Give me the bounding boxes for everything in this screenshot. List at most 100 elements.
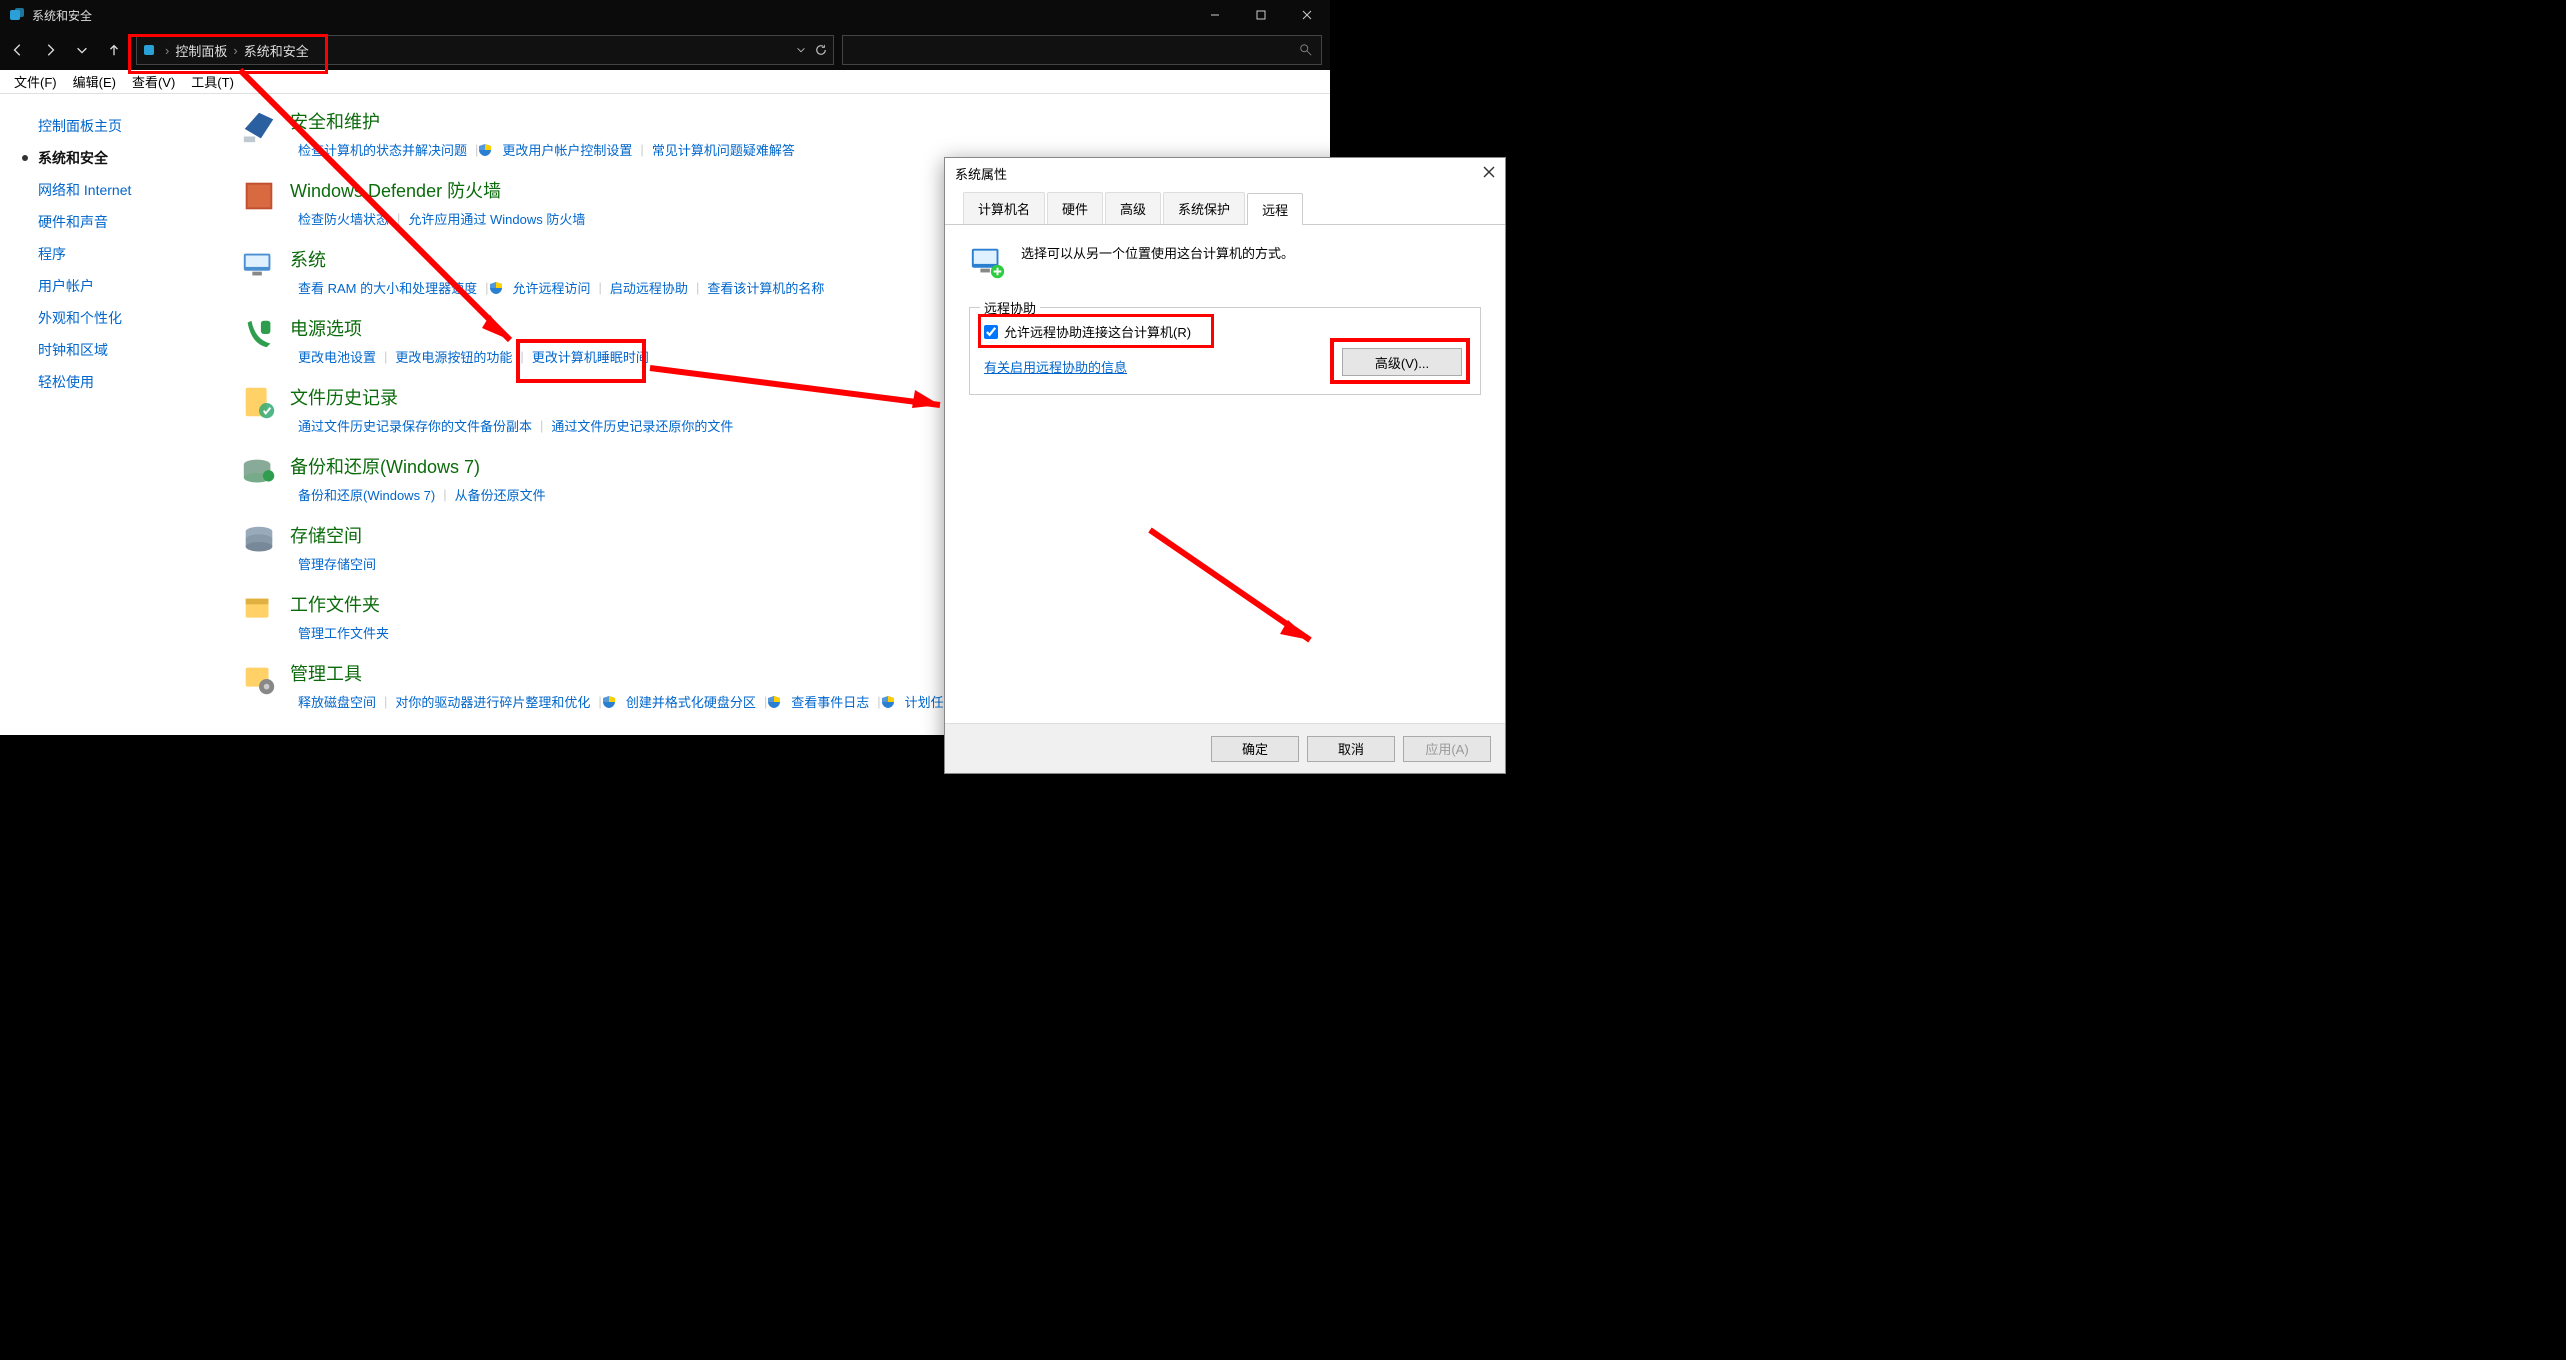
category-link[interactable]: 释放磁盘空间	[290, 690, 384, 713]
sidebar-item-label: 外观和个性化	[38, 308, 122, 328]
sidebar-item-label: 网络和 Internet	[38, 180, 131, 200]
sidebar-item[interactable]: 轻松使用	[10, 366, 220, 398]
category-heading[interactable]: 安全和维护	[290, 108, 1306, 134]
recent-button[interactable]	[68, 36, 96, 64]
uac-shield-icon	[489, 281, 503, 295]
app-icon	[8, 6, 26, 24]
remote-assist-group: 远程协助 允许远程协助连接这台计算机(R) 有关启用远程协助的信息 高级(V).…	[969, 307, 1481, 395]
category-link[interactable]: 从备份还原文件	[447, 483, 554, 506]
category: 安全和维护检查计算机的状态并解决问题|更改用户帐户控制设置|常见计算机问题疑难解…	[240, 108, 1306, 161]
category-link[interactable]: 更改计算机睡眠时间	[524, 345, 657, 368]
dialog-body: 选择可以从另一个位置使用这台计算机的方式。 远程协助 允许远程协助连接这台计算机…	[945, 225, 1505, 748]
cancel-button[interactable]: 取消	[1307, 736, 1395, 762]
category-icon	[240, 384, 278, 422]
sidebar: 控制面板主页系统和安全网络和 Internet 硬件和声音程序用户帐户外观和个性化…	[0, 94, 230, 735]
sidebar-item[interactable]: 网络和 Internet	[10, 174, 220, 206]
back-button[interactable]	[4, 36, 32, 64]
minimize-button[interactable]	[1192, 0, 1238, 30]
dropdown-icon[interactable]	[795, 44, 807, 56]
dialog-close-button[interactable]	[1483, 166, 1495, 181]
sidebar-item-label: 控制面板主页	[38, 116, 122, 136]
category-icon	[240, 246, 278, 284]
category-link[interactable]: 常见计算机问题疑难解答	[644, 138, 803, 161]
sidebar-item-label: 轻松使用	[38, 372, 94, 392]
allow-remote-assist-label: 允许远程协助连接这台计算机(R)	[1004, 322, 1191, 341]
sidebar-item[interactable]: 外观和个性化	[10, 302, 220, 334]
crumb-sub[interactable]: 系统和安全	[238, 41, 315, 60]
category-link[interactable]: 查看该计算机的名称	[699, 276, 832, 299]
up-button[interactable]	[100, 36, 128, 64]
category-icon	[240, 660, 278, 698]
category-link[interactable]: 通过文件历史记录还原你的文件	[543, 414, 741, 437]
category-link[interactable]: 检查计算机的状态并解决问题	[290, 138, 475, 161]
uac-shield-icon	[478, 143, 492, 157]
menu-edit[interactable]: 编辑(E)	[65, 72, 124, 91]
menu-bar: 文件(F) 编辑(E) 查看(V) 工具(T)	[0, 70, 1330, 94]
menu-view[interactable]: 查看(V)	[124, 72, 183, 91]
close-button[interactable]	[1284, 0, 1330, 30]
sidebar-item[interactable]: 系统和安全	[10, 142, 220, 174]
category-link[interactable]: 查看 RAM 的大小和处理器速度	[290, 276, 485, 299]
cp-icon	[143, 42, 159, 58]
apply-button[interactable]: 应用(A)	[1403, 736, 1491, 762]
category-link[interactable]: 管理工作文件夹	[290, 621, 397, 644]
category-link[interactable]: 允许远程访问	[505, 276, 599, 299]
crumb-root[interactable]: 控制面板	[169, 41, 233, 60]
titlebar: 系统和安全	[0, 0, 1330, 30]
advanced-button[interactable]: 高级(V)...	[1342, 348, 1462, 376]
intro-text: 选择可以从另一个位置使用这台计算机的方式。	[1021, 243, 1294, 262]
category-icon	[240, 522, 278, 560]
ok-button[interactable]: 确定	[1211, 736, 1299, 762]
category-link[interactable]: 更改电池设置	[290, 345, 384, 368]
remote-icon	[969, 243, 1007, 281]
maximize-button[interactable]	[1238, 0, 1284, 30]
group-label: 远程协助	[980, 298, 1040, 317]
category-link[interactable]: 允许应用通过 Windows 防火墙	[400, 207, 593, 230]
dialog-titlebar: 系统属性	[945, 158, 1505, 188]
category-link[interactable]: 查看事件日志	[783, 690, 877, 713]
category-icon	[240, 591, 278, 629]
uac-shield-icon	[881, 695, 895, 709]
category-link[interactable]: 通过文件历史记录保存你的文件备份副本	[290, 414, 540, 437]
tab-remote[interactable]: 远程	[1247, 193, 1303, 225]
sidebar-item[interactable]: 程序	[10, 238, 220, 270]
refresh-icon[interactable]	[815, 44, 827, 56]
category-link[interactable]: 创建并格式化硬盘分区	[618, 690, 764, 713]
sidebar-item[interactable]: 用户帐户	[10, 270, 220, 302]
tab-computer-name[interactable]: 计算机名	[963, 192, 1045, 224]
tab-hardware[interactable]: 硬件	[1047, 192, 1103, 224]
category-link[interactable]: 备份和还原(Windows 7)	[290, 483, 443, 506]
dialog-title: 系统属性	[955, 164, 1007, 183]
category-icon	[240, 315, 278, 353]
address-bar[interactable]: › 控制面板 › 系统和安全	[136, 35, 834, 65]
category-link[interactable]: 启动远程协助	[602, 276, 696, 299]
sidebar-item[interactable]: 控制面板主页	[10, 110, 220, 142]
menu-tools[interactable]: 工具(T)	[183, 72, 242, 91]
window-buttons	[1192, 0, 1330, 30]
tab-advanced[interactable]: 高级	[1105, 192, 1161, 224]
search-icon	[1299, 43, 1313, 57]
allow-remote-assist-checkbox[interactable]	[984, 325, 998, 339]
window-title: 系统和安全	[32, 7, 1192, 24]
search-box[interactable]	[842, 35, 1322, 65]
category-link[interactable]: 对你的驱动器进行碎片整理和优化	[387, 690, 598, 713]
intro-row: 选择可以从另一个位置使用这台计算机的方式。	[969, 243, 1481, 281]
category-icon	[240, 177, 278, 215]
sidebar-item[interactable]: 硬件和声音	[10, 206, 220, 238]
dialog-buttons: 确定 取消 应用(A)	[945, 723, 1505, 773]
sidebar-item-label: 时钟和区域	[38, 340, 108, 360]
menu-file[interactable]: 文件(F)	[6, 72, 65, 91]
category-link[interactable]: 管理存储空间	[290, 552, 384, 575]
sidebar-item[interactable]: 时钟和区域	[10, 334, 220, 366]
category-icon	[240, 108, 278, 146]
forward-button[interactable]	[36, 36, 64, 64]
category-icon	[240, 453, 278, 491]
sidebar-item-label: 系统和安全	[38, 148, 108, 168]
tab-row: 计算机名 硬件 高级 系统保护 远程	[945, 188, 1505, 225]
tab-system-protection[interactable]: 系统保护	[1163, 192, 1245, 224]
category-link[interactable]: 更改电源按钮的功能	[387, 345, 520, 368]
category-link[interactable]: 检查防火墙状态	[290, 207, 397, 230]
uac-shield-icon	[767, 695, 781, 709]
category-link[interactable]: 更改用户帐户控制设置	[494, 138, 640, 161]
system-properties-dialog: 系统属性 计算机名 硬件 高级 系统保护 远程 选择可以从另一个位置使用这台计算…	[944, 157, 1506, 774]
